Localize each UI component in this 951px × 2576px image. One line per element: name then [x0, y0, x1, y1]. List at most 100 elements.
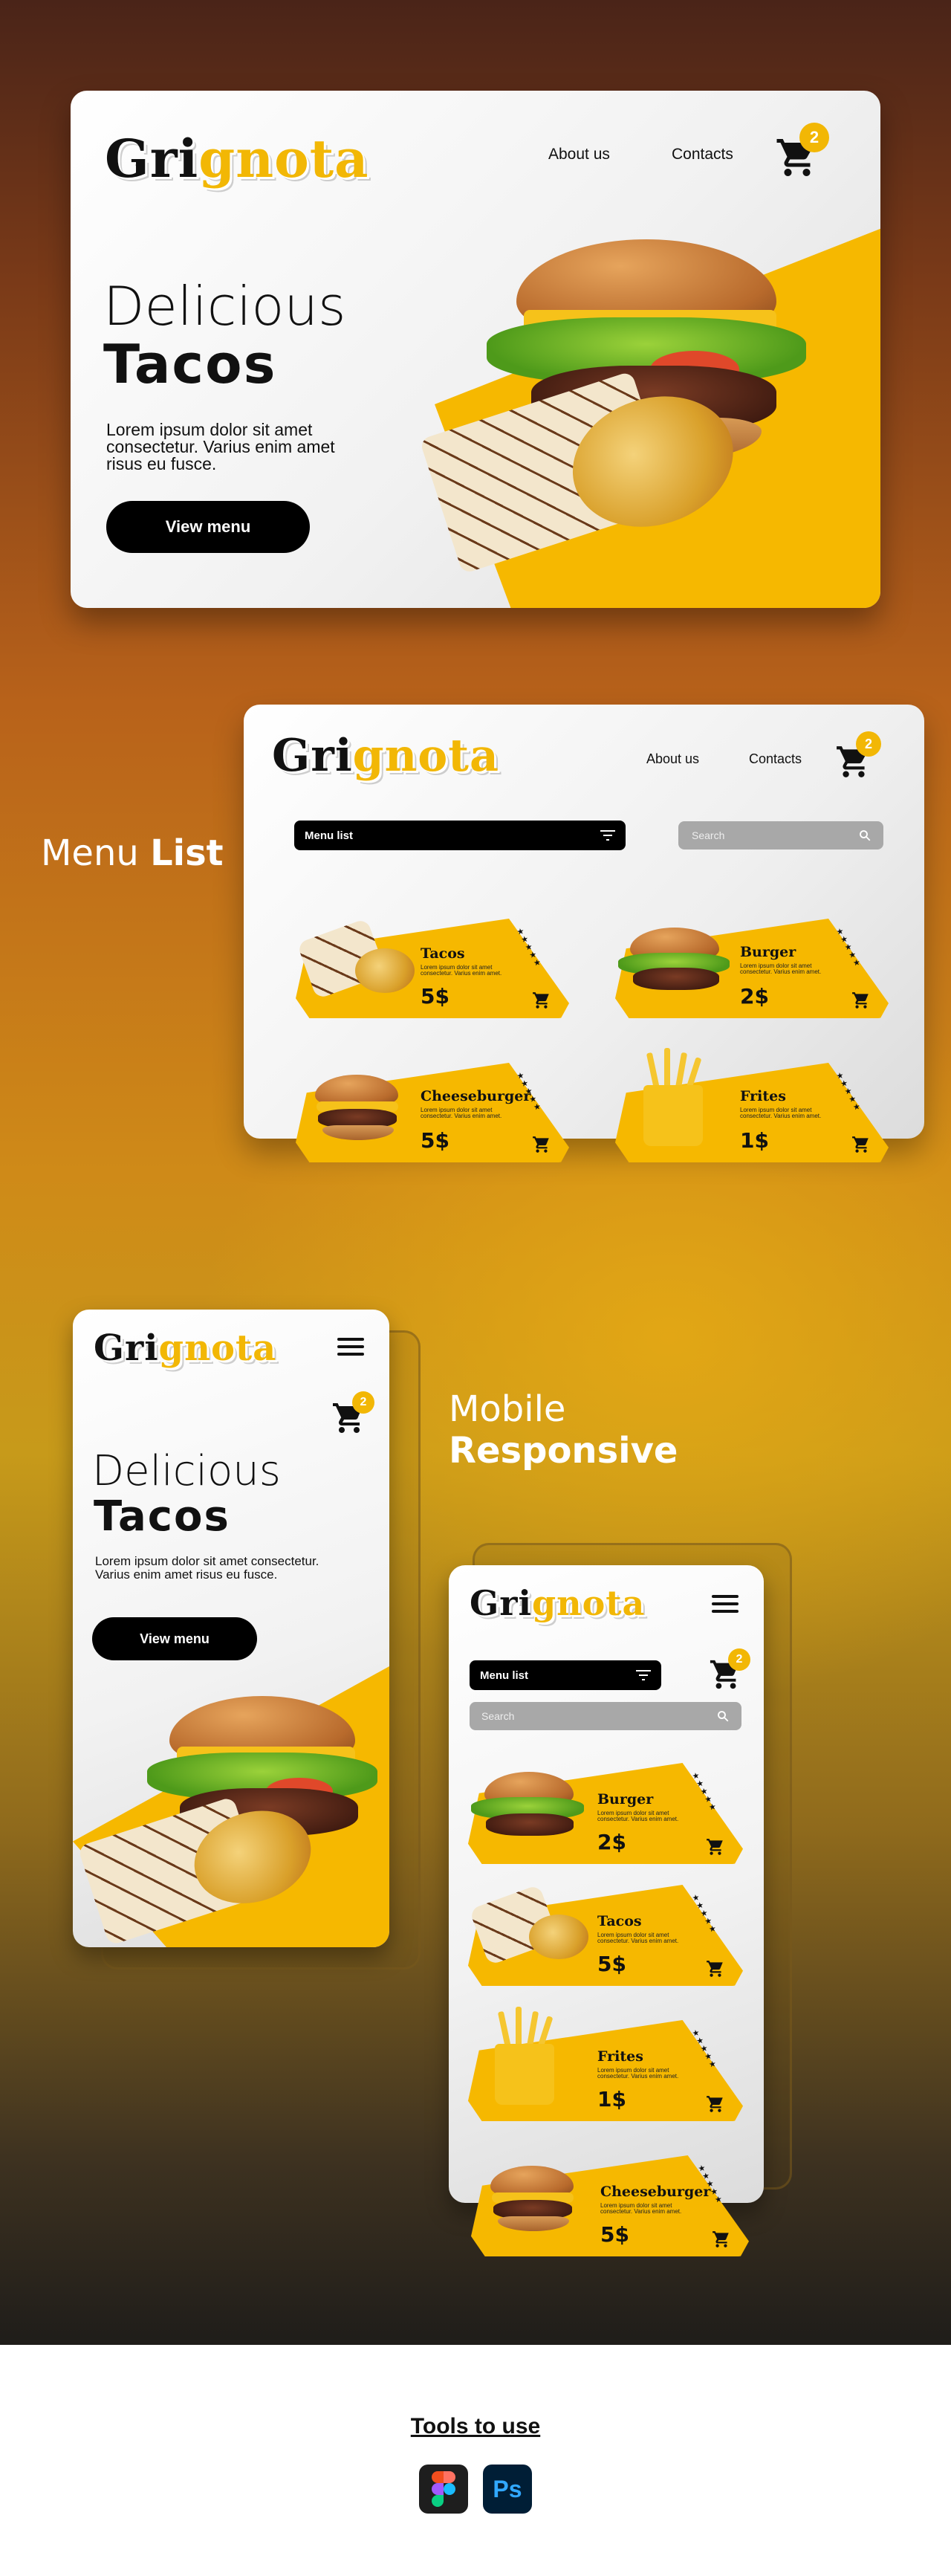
item-name: Burger — [740, 944, 796, 960]
add-to-cart-icon[interactable] — [706, 2094, 725, 2114]
search-placeholder: Search — [481, 1710, 515, 1722]
logo[interactable]: Grignota — [470, 1583, 645, 1623]
nav-about-us[interactable]: About us — [548, 146, 610, 164]
add-to-cart-icon[interactable] — [706, 1837, 725, 1857]
menu-item-cheeseburger[interactable]: Cheeseburger Lorem ipsum dolor sit amet … — [471, 2155, 749, 2256]
item-description: Lorem ipsum dolor sit amet consectetur. … — [597, 2067, 679, 2080]
fries-image — [636, 1048, 710, 1149]
cart-badge: 2 — [799, 123, 829, 152]
mobile-title-light: Mobile — [449, 1388, 566, 1430]
item-price: 5$ — [597, 1952, 626, 1976]
hero-line1: Delicious — [103, 275, 346, 337]
cart-badge: 2 — [728, 1648, 750, 1671]
fries-image — [487, 2007, 562, 2108]
cart-badge: 2 — [352, 1391, 374, 1414]
item-description: Lorem ipsum dolor sit amet consectetur. … — [597, 1932, 679, 1945]
logo-part2: gnota — [198, 128, 369, 190]
hamburger-menu-icon[interactable] — [712, 1595, 739, 1617]
menu-list-filter[interactable]: Menu list — [470, 1660, 661, 1690]
add-to-cart-icon[interactable] — [532, 991, 551, 1010]
logo[interactable]: Grignota — [94, 1327, 276, 1369]
menu-item-tacos[interactable]: Tacos Lorem ipsum dolor sit amet consect… — [468, 1884, 743, 1986]
mobile-title-bold: Responsive — [449, 1430, 678, 1472]
search-icon — [718, 1711, 729, 1722]
menu-item-frites[interactable]: Frites Lorem ipsum dolor sit amet consec… — [615, 1048, 889, 1162]
item-price: 1$ — [597, 2087, 626, 2111]
menu-item-burger[interactable]: Burger Lorem ipsum dolor sit amet consec… — [615, 919, 889, 1018]
figma-icon — [419, 2465, 468, 2514]
menu-item-tacos[interactable]: Tacos Lorem ipsum dolor sit amet consect… — [296, 918, 569, 1018]
add-to-cart-icon[interactable] — [851, 1135, 871, 1154]
figma-logo-shape — [432, 2471, 455, 2507]
menu-title-light: Menu — [41, 832, 139, 874]
item-price: 1$ — [740, 1128, 769, 1153]
menu-list-filter[interactable]: Menu list — [294, 821, 626, 850]
item-description: Lorem ipsum dolor sit amet consectetur. … — [600, 2202, 682, 2216]
item-description: Lorem ipsum dolor sit amet consectetur. … — [740, 962, 822, 976]
phone1-hero: Grignota 2 Delicious Tacos Lorem ipsum d… — [73, 1310, 389, 1947]
burger-patty — [486, 1813, 574, 1836]
search-placeholder: Search — [692, 829, 725, 841]
item-price: 5$ — [421, 1128, 449, 1153]
cheeseburger-image — [315, 1075, 398, 1104]
item-description: Lorem ipsum dolor sit amet consectetur. … — [740, 1107, 822, 1120]
tacos-image-fill — [529, 1915, 588, 1959]
add-to-cart-icon[interactable] — [712, 2230, 731, 2249]
hero-description: Lorem ipsum dolor sit amet consectetur. … — [95, 1554, 319, 1582]
logo-part2: gnota — [352, 730, 499, 782]
burger-patty — [633, 968, 719, 990]
logo-part2: gnota — [532, 1583, 646, 1623]
view-menu-button[interactable]: View menu — [106, 501, 310, 553]
hero-line2: Tacos — [103, 333, 277, 395]
logo-part1: Gri — [94, 1327, 159, 1369]
photoshop-icon: Ps — [483, 2465, 532, 2514]
logo-part2: gnota — [158, 1327, 277, 1369]
hamburger-menu-icon[interactable] — [337, 1338, 364, 1360]
nav-contacts[interactable]: Contacts — [749, 751, 802, 767]
filter-label: Menu list — [480, 1669, 529, 1682]
search-icon — [860, 830, 871, 841]
tacos-image-fill — [355, 948, 415, 993]
search-input[interactable]: Search — [678, 821, 883, 850]
search-input[interactable]: Search — [470, 1702, 741, 1730]
filter-label: Menu list — [305, 829, 354, 842]
menu-title-bold: List — [150, 832, 224, 874]
logo[interactable]: Grignota — [272, 730, 499, 782]
filter-icon — [600, 830, 615, 841]
logo[interactable]: Grignota — [105, 128, 369, 190]
item-name: Frites — [597, 2048, 643, 2065]
nav-contacts[interactable]: Contacts — [672, 146, 733, 164]
mobile-responsive-title: Mobile Responsive — [449, 1388, 678, 1472]
item-name: Tacos — [421, 945, 465, 962]
tools-title: Tools to use — [410, 2414, 541, 2439]
logo-part1: Gri — [105, 128, 199, 190]
item-price: 5$ — [421, 984, 449, 1009]
add-to-cart-icon[interactable] — [851, 991, 871, 1010]
logo-part1: Gri — [272, 730, 353, 782]
item-name: Burger — [597, 1791, 654, 1808]
menu-item-cheeseburger[interactable]: Cheeseburger Lorem ipsum dolor sit amet … — [296, 1063, 569, 1162]
menu-item-burger[interactable]: Burger Lorem ipsum dolor sit amet consec… — [468, 1763, 743, 1864]
menu-item-frites[interactable]: Frites Lorem ipsum dolor sit amet consec… — [468, 2007, 743, 2121]
cart-badge: 2 — [856, 731, 881, 757]
add-to-cart-icon[interactable] — [532, 1135, 551, 1154]
item-price: 2$ — [597, 1830, 626, 1854]
nav-about-us[interactable]: About us — [646, 751, 699, 767]
hero-line2: Tacos — [94, 1492, 230, 1541]
logo-part1: Gri — [470, 1583, 532, 1623]
item-price: 2$ — [740, 984, 769, 1009]
filter-icon — [636, 1670, 651, 1680]
item-name: Cheeseburger — [421, 1088, 531, 1104]
item-description: Lorem ipsum dolor sit amet consectetur. … — [421, 1107, 502, 1120]
item-name: Cheeseburger — [600, 2184, 711, 2200]
item-name: Frites — [740, 1088, 786, 1104]
item-price: 5$ — [600, 2222, 629, 2247]
view-menu-button[interactable]: View menu — [92, 1617, 257, 1660]
item-description: Lorem ipsum dolor sit amet consectetur. … — [597, 1810, 679, 1823]
hero-description: Lorem ipsum dolor sit amet consectetur. … — [106, 420, 335, 473]
desktop-hero-card: Grignota About us Contacts 2 Delicious T… — [71, 91, 880, 608]
item-name: Tacos — [597, 1913, 642, 1929]
hero-line1: Delicious — [92, 1447, 281, 1495]
photoshop-label: Ps — [493, 2475, 522, 2502]
add-to-cart-icon[interactable] — [706, 1959, 725, 1978]
